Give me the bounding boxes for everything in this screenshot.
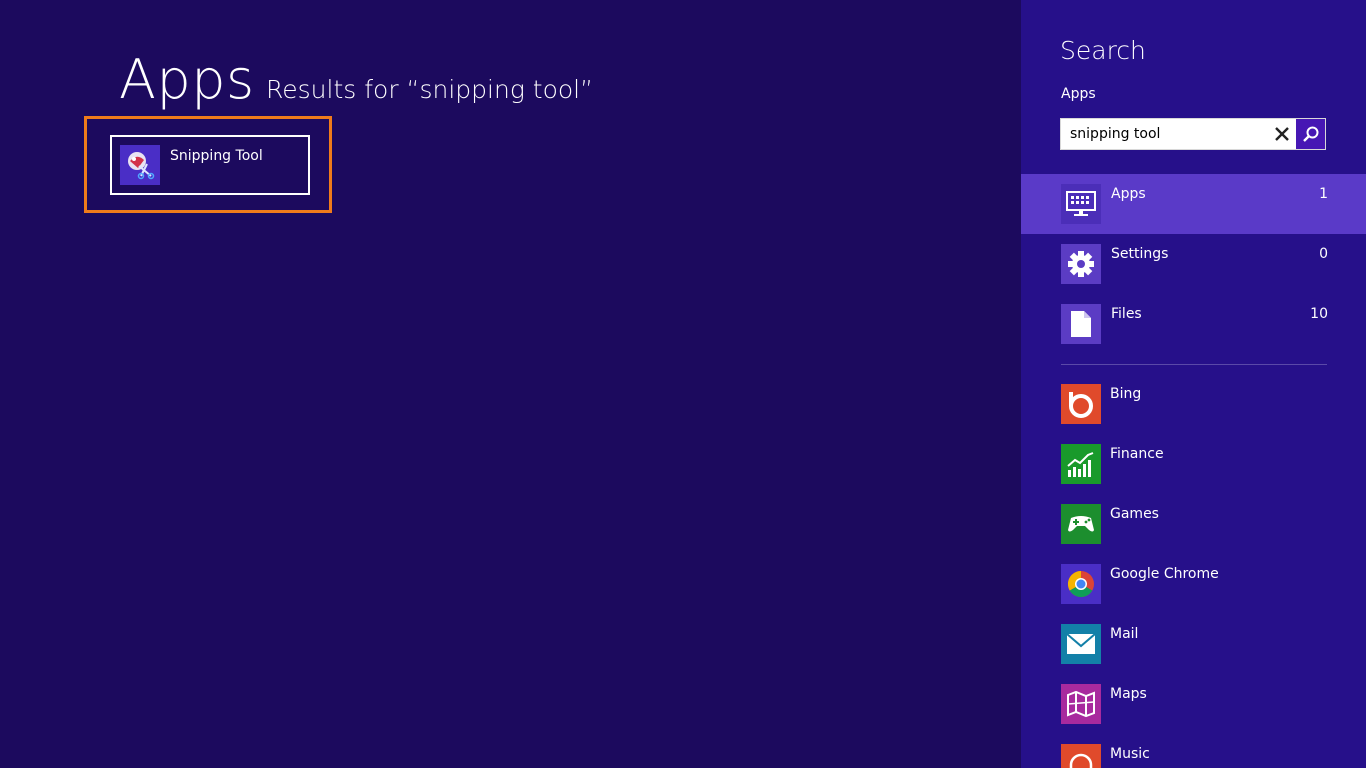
scope-row-label: Apps [1111, 186, 1146, 202]
search-input[interactable] [1061, 119, 1276, 149]
search-box [1060, 118, 1326, 150]
scope-row-count: 0 [1319, 246, 1328, 262]
search-pane: Search Apps snipping tool Apps 1 Setting… [1021, 0, 1366, 768]
music-icon [1061, 744, 1101, 768]
search-go-button[interactable] [1296, 119, 1325, 149]
results-heading: Results for “snipping tool” [266, 75, 594, 104]
app-row-label: Bing [1110, 386, 1142, 402]
scope-row-count: 1 [1319, 186, 1328, 202]
divider [1061, 364, 1327, 365]
scope-row-apps[interactable]: Apps 1 [1021, 174, 1366, 234]
scope-row-files[interactable]: Files 10 [1021, 294, 1366, 354]
search-pane-title: Search [1060, 36, 1146, 65]
app-row-games[interactable]: Games [1021, 494, 1366, 554]
search-icon [1302, 126, 1318, 142]
app-row-label: Google Chrome [1110, 566, 1219, 582]
clear-search-button[interactable] [1267, 119, 1297, 149]
app-row-label: Maps [1110, 686, 1147, 702]
app-row-finance[interactable]: Finance [1021, 434, 1366, 494]
start-screen: Apps Results for “snipping tool” Snippin… [0, 0, 1366, 768]
scope-row-settings[interactable]: Settings 0 [1021, 234, 1366, 294]
page-title: Apps [119, 48, 255, 111]
maps-icon [1061, 684, 1101, 724]
bing-icon [1061, 384, 1101, 424]
app-row-label: Music [1110, 746, 1150, 762]
scope-row-label: Files [1111, 306, 1142, 322]
app-row-maps[interactable]: Maps [1021, 674, 1366, 734]
results-area: Apps Results for “snipping tool” Snippin… [0, 0, 1021, 768]
mail-icon [1061, 624, 1101, 664]
finance-chart-icon [1061, 444, 1101, 484]
scope-row-count: 10 [1310, 306, 1328, 322]
file-icon [1061, 304, 1101, 344]
search-scope-label: Apps [1061, 86, 1096, 102]
app-row-label: Mail [1110, 626, 1139, 642]
scope-row-label: Settings [1111, 246, 1169, 262]
snipping-tool-icon [120, 145, 160, 185]
chrome-icon [1061, 564, 1101, 604]
result-tile-snipping-tool[interactable]: Snipping Tool [110, 135, 310, 195]
app-row-music[interactable]: Music [1021, 734, 1366, 768]
result-tile-label: Snipping Tool [170, 148, 263, 164]
gamepad-icon [1061, 504, 1101, 544]
app-row-label: Finance [1110, 446, 1164, 462]
apps-monitor-icon [1061, 184, 1101, 224]
app-row-bing[interactable]: Bing [1021, 374, 1366, 434]
gear-icon [1061, 244, 1101, 284]
app-row-mail[interactable]: Mail [1021, 614, 1366, 674]
app-row-label: Games [1110, 506, 1159, 522]
close-icon [1275, 127, 1289, 141]
app-row-google-chrome[interactable]: Google Chrome [1021, 554, 1366, 614]
